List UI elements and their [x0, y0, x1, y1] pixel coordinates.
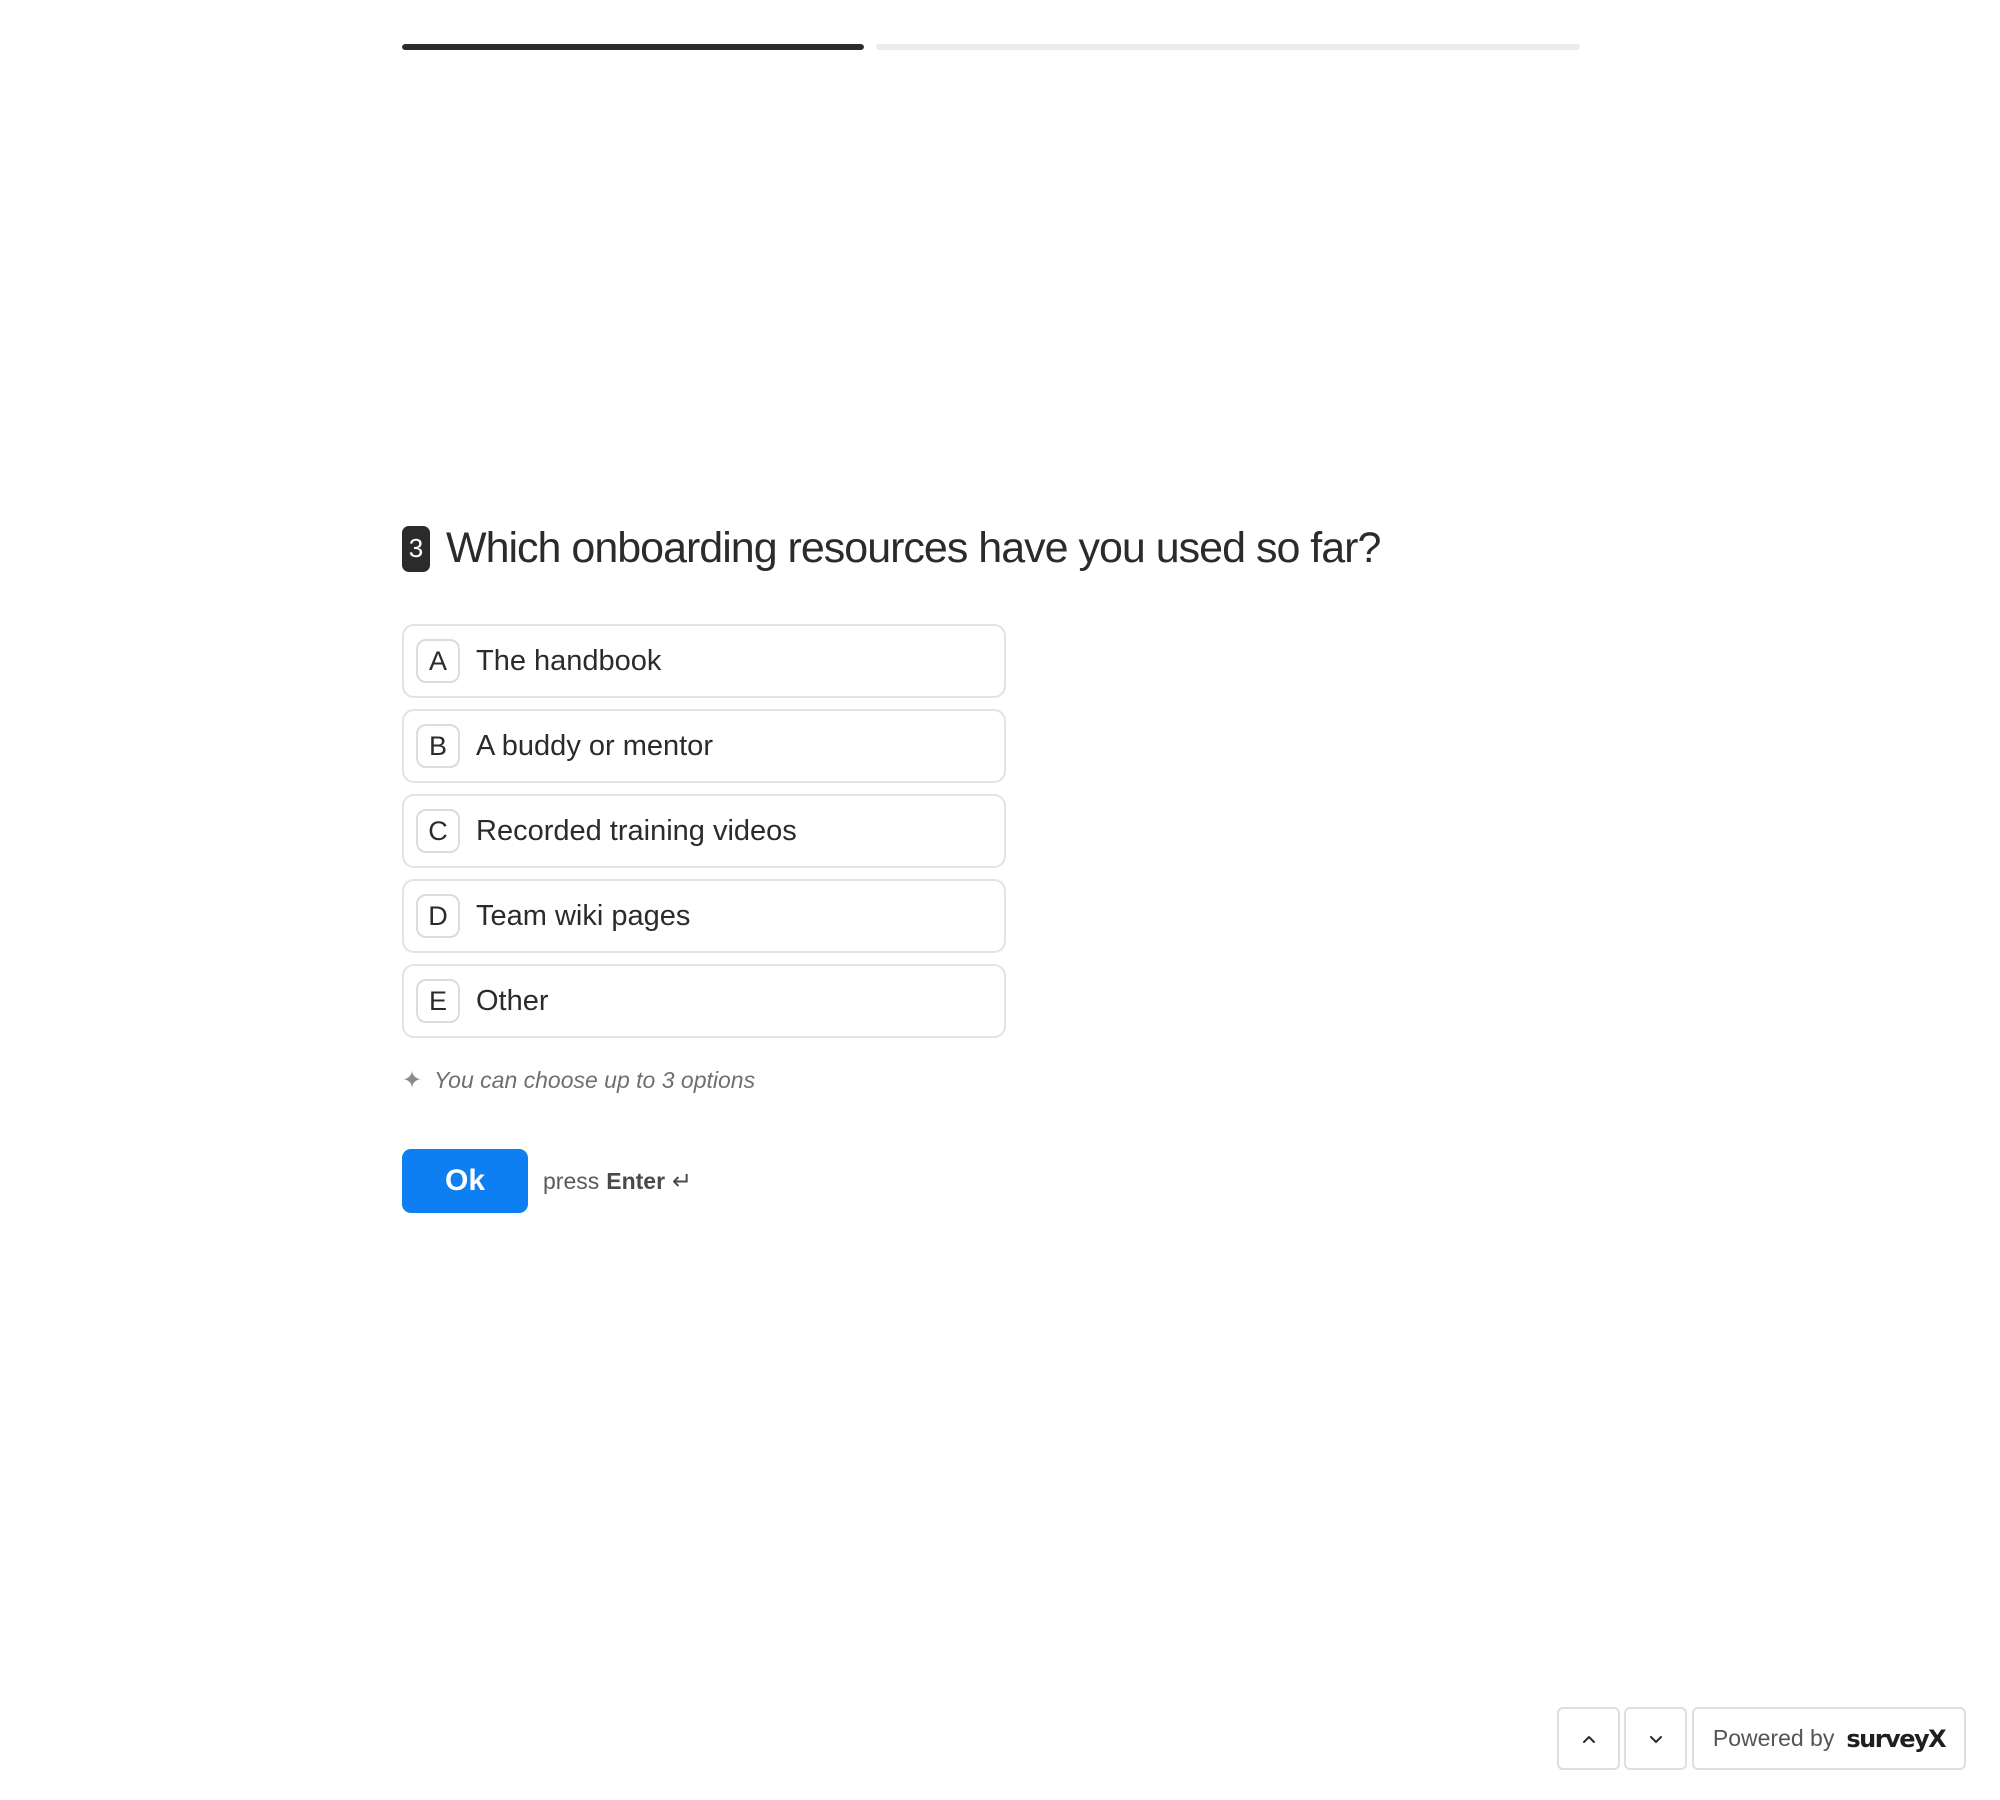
submit-row: Ok press Enter ↵ — [402, 1149, 692, 1213]
progress-bar — [402, 44, 1580, 50]
option-c[interactable]: C Recorded training videos — [402, 794, 1006, 868]
options-list: A The handbook B A buddy or mentor C Rec… — [402, 624, 1006, 1049]
question-title: Which onboarding resources have you used… — [446, 524, 1381, 572]
progress-fill — [402, 44, 864, 50]
option-label: The handbook — [476, 644, 662, 677]
option-d[interactable]: D Team wiki pages — [402, 879, 1006, 953]
powered-by-label: Powered by — [1712, 1725, 1835, 1751]
question-header: 3 Which onboarding resources have you us… — [402, 524, 1381, 573]
keyboard-hint: press Enter ↵ — [543, 1167, 692, 1196]
option-label: Recorded training videos — [476, 814, 797, 847]
footer-navigation: Powered by surveyX — [1557, 1707, 1966, 1770]
option-label: Team wiki pages — [476, 899, 691, 932]
option-key-badge: E — [416, 979, 460, 1023]
option-key-badge: D — [416, 894, 460, 938]
enter-icon: ↵ — [672, 1167, 693, 1195]
progress-segment — [876, 44, 1580, 50]
selection-hint-text: You can choose up to 3 options — [434, 1067, 756, 1093]
option-key-badge: C — [416, 809, 460, 853]
option-key-badge: A — [416, 639, 460, 683]
press-label: press — [543, 1167, 600, 1194]
ok-button[interactable]: Ok — [402, 1149, 528, 1213]
option-e[interactable]: E Other — [402, 964, 1006, 1038]
selection-hint: ✦ You can choose up to 3 options — [402, 1066, 755, 1095]
progress-segment — [402, 44, 864, 50]
option-key-badge: B — [416, 724, 460, 768]
enter-key-label: Enter — [606, 1167, 666, 1194]
previous-question-button[interactable] — [1557, 1707, 1620, 1770]
powered-by-link[interactable]: Powered by surveyX — [1692, 1707, 1966, 1770]
chevron-down-icon — [1649, 1735, 1662, 1743]
chevron-up-icon — [1582, 1735, 1595, 1743]
question-number-badge: 3 — [402, 525, 430, 572]
option-b[interactable]: B A buddy or mentor — [402, 709, 1006, 783]
option-label: Other — [476, 984, 549, 1017]
option-label: A buddy or mentor — [476, 729, 713, 762]
brand-logo: surveyX — [1846, 1724, 1946, 1753]
next-question-button[interactable] — [1624, 1707, 1687, 1770]
option-a[interactable]: A The handbook — [402, 624, 1006, 698]
sparkle-icon: ✦ — [402, 1067, 423, 1094]
